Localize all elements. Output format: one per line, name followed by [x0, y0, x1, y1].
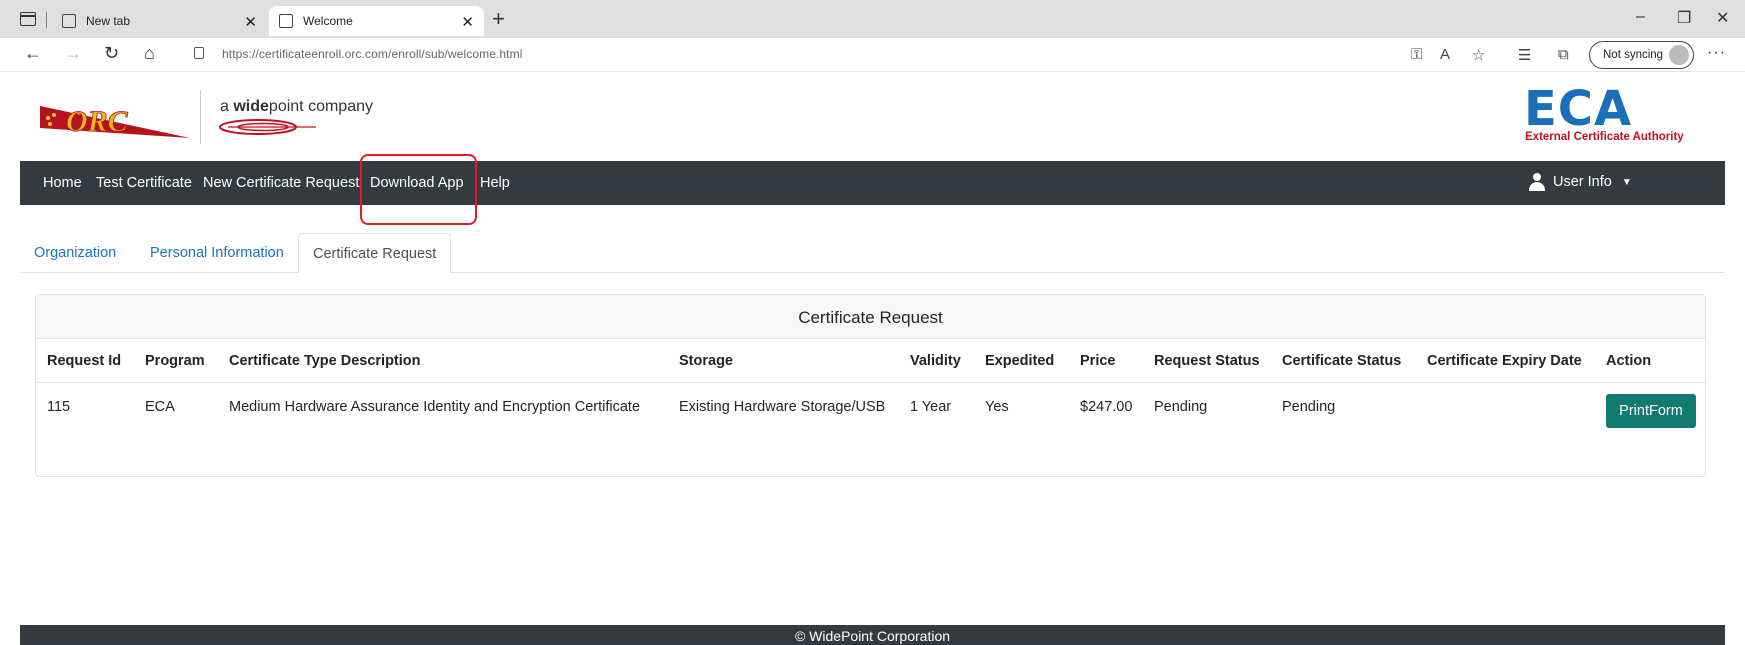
page-favicon-icon [279, 14, 293, 28]
column-header: Certificate Expiry Date [1427, 353, 1582, 369]
table-header-row: Request Id Program Certificate Type Desc… [36, 339, 1705, 383]
forward-arrow-icon[interactable]: → [64, 43, 82, 64]
browser-tab-welcome[interactable]: Welcome ✕ [269, 6, 484, 36]
cell-request-id: 115 [47, 399, 71, 415]
cell-request-status: Pending [1154, 399, 1208, 415]
column-header: Program [145, 353, 205, 369]
address-bar[interactable]: https://certificateenroll.orc.com/enroll… [180, 41, 1415, 68]
url-text[interactable]: https://certificateenroll.orc.com/enroll… [222, 47, 522, 61]
main-navbar: Home Test Certificate New Certificate Re… [20, 161, 1725, 205]
tagline-bold: wide [233, 98, 269, 115]
cell-program: ECA [145, 399, 175, 415]
user-info-label: User Info [1553, 174, 1612, 190]
column-header: Request Status [1154, 353, 1260, 369]
tagline-prefix: a [220, 98, 229, 115]
column-header: Action [1606, 353, 1652, 369]
refresh-icon[interactable]: ↻ [104, 43, 119, 64]
lock-icon[interactable] [194, 47, 204, 59]
new-tab-icon [62, 14, 76, 28]
favorite-icon[interactable]: ☆ [1472, 46, 1485, 64]
column-header: Expedited [985, 353, 1055, 369]
restore-icon[interactable]: ❐ [1677, 8, 1691, 28]
read-aloud-icon[interactable]: A [1440, 46, 1450, 63]
cell-price: $247.00 [1080, 399, 1133, 415]
tab-certificate-request[interactable]: Certificate Request [298, 233, 452, 273]
new-tab-plus-icon[interactable]: + [492, 6, 505, 32]
home-icon[interactable]: ⌂ [144, 43, 155, 64]
collections-icon[interactable]: ⧉ [1558, 46, 1569, 63]
more-options-icon[interactable]: ··· [1707, 44, 1726, 62]
nav-help[interactable]: Help [480, 175, 510, 191]
certificate-request-card: Certificate Request Request Id Program C… [35, 294, 1706, 477]
request-tabs: Organization Personal Information Certif… [20, 233, 1725, 273]
eca-subtitle: External Certificate Authority [1525, 131, 1684, 143]
column-header: Certificate Status [1282, 353, 1402, 369]
eca-logo: ECA [1524, 81, 1633, 137]
cell-certificate-type: Medium Hardware Assurance Identity and E… [229, 399, 641, 415]
caret-down-icon: ▼ [1621, 176, 1632, 188]
user-icon [1528, 173, 1546, 191]
table-row: 115 ECA Medium Hardware Assurance Identi… [36, 383, 1705, 433]
sync-status-button[interactable]: Not syncing [1589, 41, 1694, 69]
close-tab-icon[interactable]: ✕ [461, 13, 474, 31]
tagline-rest: point company [268, 98, 373, 115]
nav-new-certificate-request[interactable]: New Certificate Request [203, 175, 359, 191]
column-header: Price [1080, 353, 1116, 369]
column-header: Certificate Type Description [229, 353, 421, 369]
back-arrow-icon[interactable]: ← [24, 43, 42, 64]
profile-avatar-icon [1669, 45, 1689, 65]
download-app-highlight [360, 154, 477, 225]
card-title: Certificate Request [36, 295, 1705, 339]
nav-home[interactable]: Home [43, 175, 82, 191]
tab-personal-information[interactable]: Personal Information [136, 233, 298, 273]
close-tab-icon[interactable]: ✕ [244, 13, 257, 31]
widepoint-swoosh-icon [219, 119, 316, 135]
key-icon[interactable]: ⚿ [1411, 46, 1422, 63]
cell-validity: 1 Year [910, 399, 952, 415]
column-header: Validity [910, 353, 961, 369]
minimize-icon[interactable]: – [1636, 8, 1645, 26]
favorites-list-icon[interactable]: ☰ [1518, 46, 1531, 64]
sync-label: Not syncing [1603, 49, 1664, 61]
cell-expedited: Yes [985, 399, 1009, 415]
orc-logo[interactable]: ORC [40, 98, 190, 144]
cell-certificate-status: Pending [1282, 399, 1336, 415]
tab-organization[interactable]: Organization [20, 233, 130, 273]
column-header: Storage [679, 353, 733, 369]
nav-test-certificate[interactable]: Test Certificate [96, 175, 192, 191]
tab-separator [46, 12, 47, 28]
browser-toolbar: ← → ↻ ⌂ https://certificateenroll.orc.co… [0, 38, 1745, 72]
widepoint-tagline: a widepoint company [220, 98, 373, 116]
printform-button[interactable]: PrintForm [1606, 394, 1696, 428]
browser-tab-strip: New tab ✕ Welcome ✕ + – ❐ ✕ [0, 0, 1745, 38]
user-info-dropdown[interactable]: User Info ▼ [1528, 173, 1632, 191]
page-footer: © WidePoint Corporation [20, 625, 1725, 645]
tab-actions-icon[interactable] [20, 12, 36, 26]
cell-storage: Existing Hardware Storage/USB [679, 399, 886, 415]
tab-title: Welcome [303, 14, 353, 28]
orc-logo-text: ORC [66, 105, 129, 138]
browser-tab-new-tab[interactable]: New tab ✕ [52, 6, 267, 36]
logo-divider [200, 90, 201, 144]
tab-title: New tab [86, 14, 131, 28]
column-header: Request Id [47, 353, 122, 369]
close-window-icon[interactable]: ✕ [1716, 8, 1729, 28]
